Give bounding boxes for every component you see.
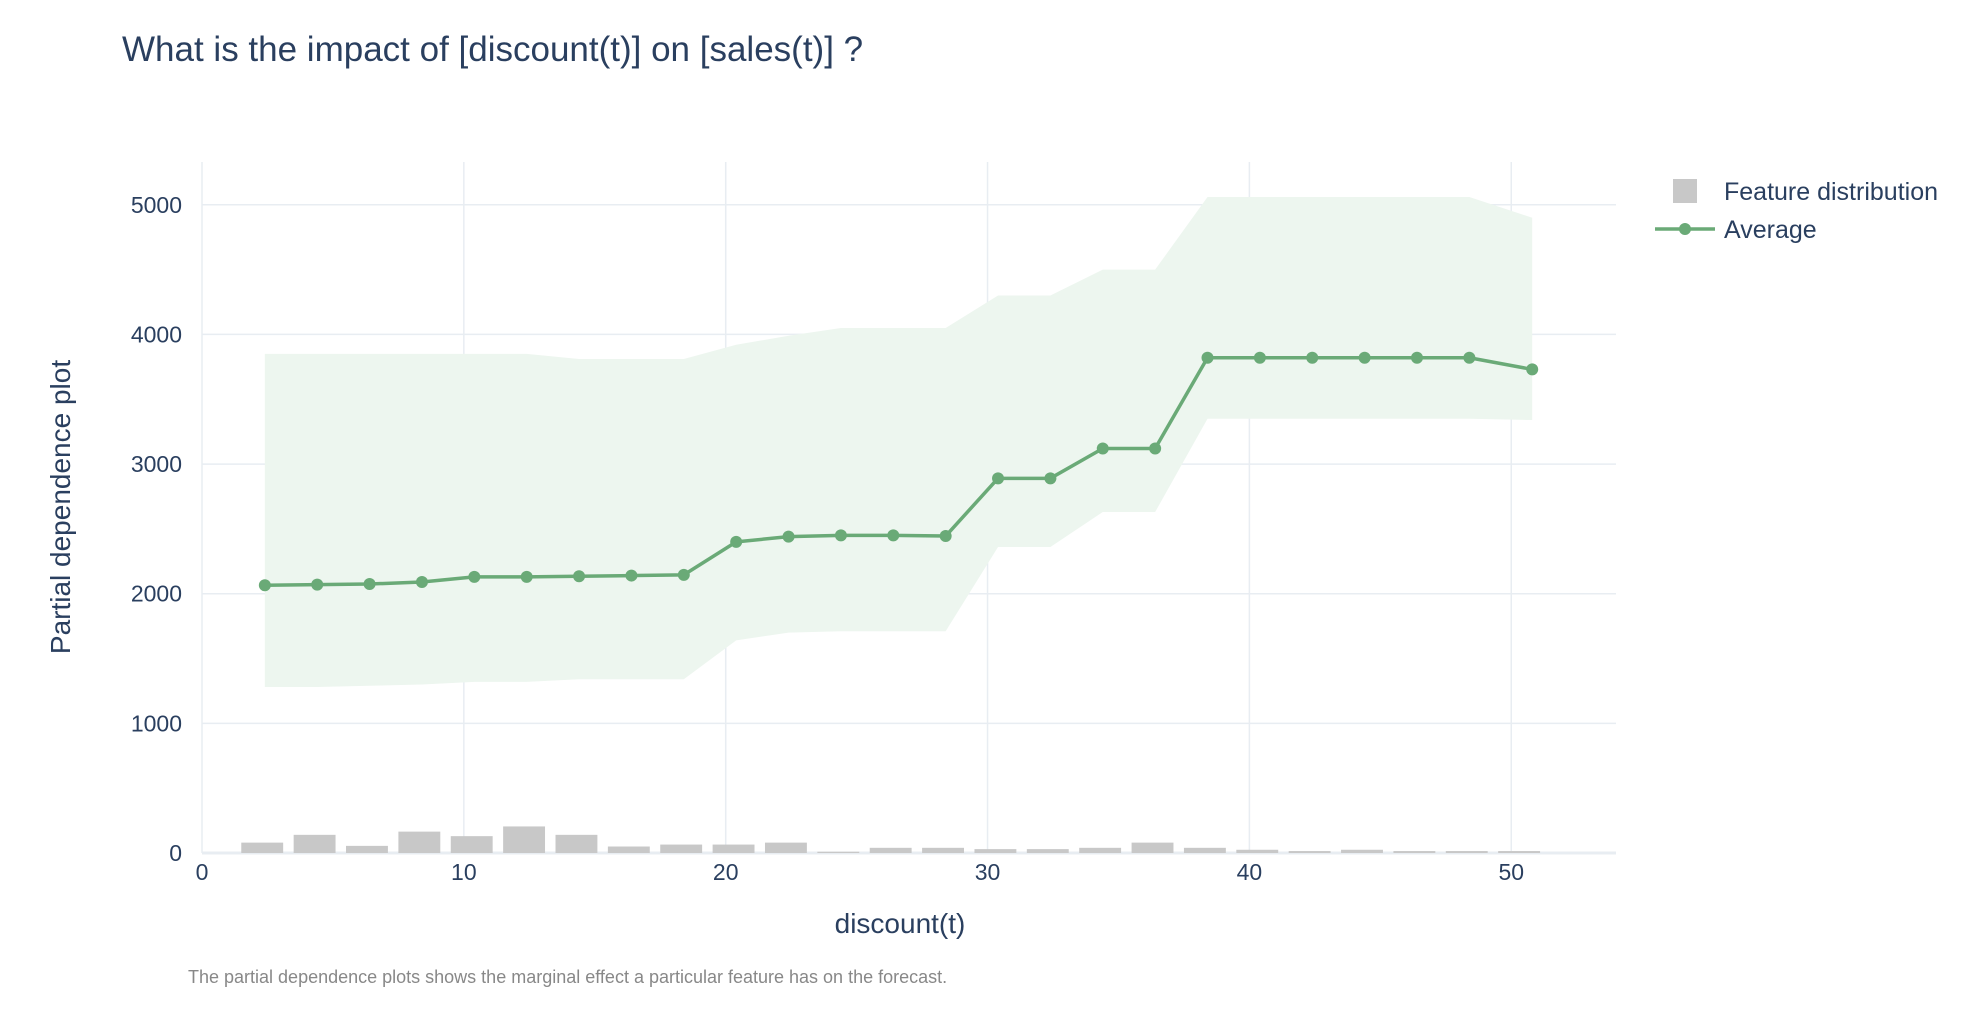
x-tick-label: 50 [1498, 859, 1524, 885]
average-point [887, 529, 900, 542]
feature-distribution-bar [974, 849, 1017, 853]
y-tick-label: 4000 [131, 321, 182, 347]
average-point [363, 577, 376, 590]
legend-swatch-feature-distribution [1673, 179, 1697, 203]
feature-distribution-bar [503, 826, 546, 853]
average-point [258, 579, 271, 592]
average-point [782, 530, 795, 543]
legend: Feature distribution Average [1655, 178, 1938, 244]
legend-label-feature-distribution: Feature distribution [1724, 178, 1938, 206]
x-tick-label: 30 [975, 859, 1001, 885]
feature-distribution-bar [1341, 849, 1383, 853]
footnote: The partial dependence plots shows the m… [188, 967, 947, 987]
feature-distribution-bar [817, 851, 860, 853]
average-point [573, 570, 586, 583]
feature-distribution-bar [1498, 851, 1541, 853]
feature-distribution-bar [555, 834, 598, 853]
feature-distribution-bar [1393, 851, 1436, 853]
chart-title: What is the impact of [discount(t)] on [… [122, 30, 863, 69]
confidence-band [264, 197, 1533, 688]
feature-distribution-bar [1183, 847, 1226, 853]
average-point [1526, 363, 1539, 376]
legend-label-average: Average [1724, 216, 1817, 244]
average-point [1358, 351, 1371, 364]
feature-distribution-bar [241, 842, 284, 853]
average-point [677, 568, 690, 581]
feature-distribution-bar [346, 845, 388, 853]
average-point [468, 570, 481, 583]
x-tick-label: 10 [451, 859, 477, 885]
feature-distribution-bar [869, 847, 912, 853]
average-point [939, 530, 952, 543]
feature-distribution-bar [922, 847, 964, 853]
feature-distribution-bar [1131, 842, 1174, 853]
feature-distribution-bar [1288, 851, 1331, 853]
average-point [520, 570, 533, 583]
y-axis-ticks: 0 1000 2000 3000 4000 5000 [131, 192, 182, 866]
average-point [730, 535, 743, 548]
average-point [311, 578, 324, 591]
average-point [415, 576, 428, 589]
confidence-band-area [264, 197, 1533, 688]
feature-distribution-bar [764, 842, 807, 853]
legend-marker-average [1679, 223, 1691, 235]
average-point [1410, 351, 1423, 364]
x-axis-ticks: 0 10 20 30 40 50 [196, 859, 1524, 885]
y-tick-label: 0 [169, 840, 182, 866]
y-axis-title: Partial dependence plot [45, 360, 76, 654]
chart: What is the impact of [discount(t)] on [… [45, 30, 1938, 987]
feature-distribution-bar [1445, 851, 1488, 853]
x-axis-title: discount(t) [835, 908, 966, 939]
y-tick-label: 3000 [131, 451, 182, 477]
feature-distribution-bar [712, 844, 755, 853]
x-tick-label: 20 [713, 859, 739, 885]
average-point [1044, 472, 1057, 485]
average-point [1253, 351, 1266, 364]
feature-distribution-bar [1026, 849, 1069, 853]
feature-distribution-bar [1236, 849, 1279, 853]
y-tick-label: 1000 [131, 710, 182, 736]
feature-distribution-bar [293, 834, 336, 853]
feature-distribution-bar [660, 844, 703, 853]
feature-distribution-bar [607, 846, 650, 853]
average-point [1201, 351, 1214, 364]
y-tick-label: 5000 [131, 192, 182, 218]
average-point [1306, 351, 1319, 364]
feature-distribution-bar [398, 831, 441, 853]
average-point [834, 529, 847, 542]
x-tick-label: 40 [1237, 859, 1263, 885]
y-tick-label: 2000 [131, 581, 182, 607]
feature-distribution-bars [241, 826, 1541, 853]
average-point [1463, 351, 1476, 364]
average-point [992, 472, 1005, 485]
average-point [1149, 442, 1162, 455]
x-tick-label: 0 [196, 859, 209, 885]
average-point [1096, 442, 1109, 455]
average-point [625, 569, 638, 582]
feature-distribution-bar [450, 836, 493, 853]
feature-distribution-bar [1079, 847, 1122, 853]
